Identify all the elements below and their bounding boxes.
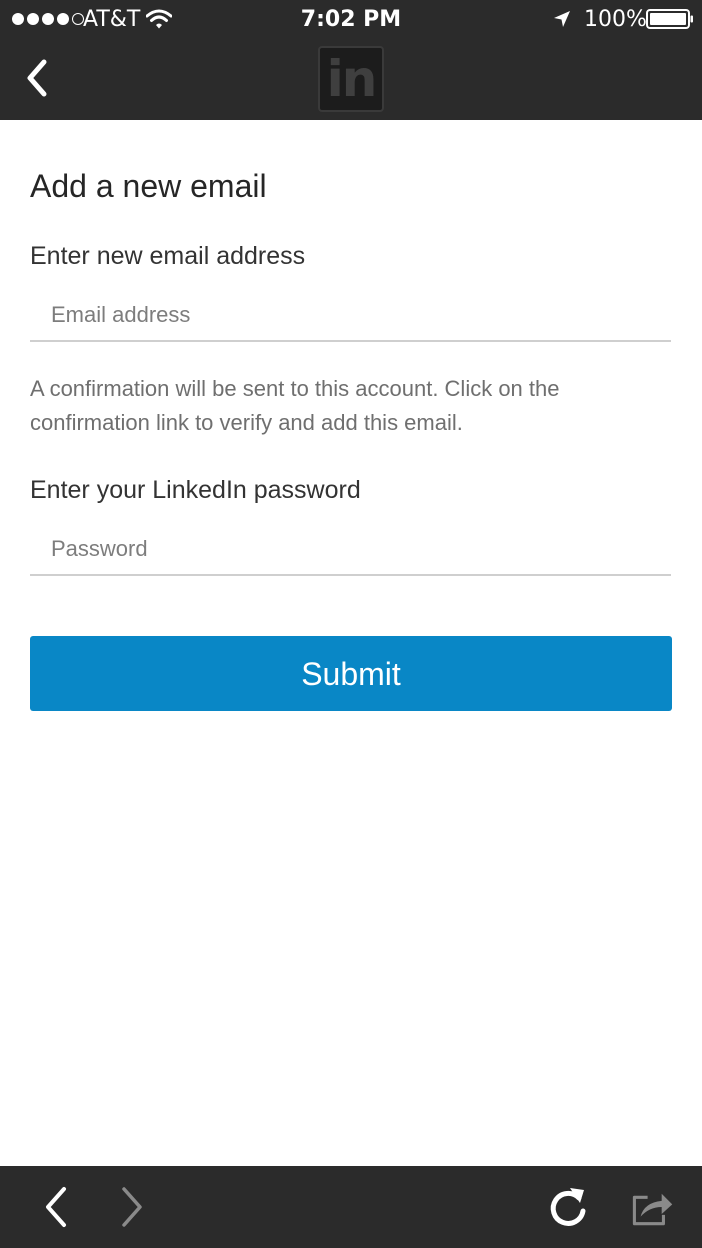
submit-button[interactable]: Submit: [30, 636, 672, 711]
password-field[interactable]: [30, 524, 671, 576]
password-label: Enter your LinkedIn password: [30, 476, 361, 504]
top-chrome: AT&T 7:02 PM 100% in: [0, 0, 702, 120]
battery-percentage: 100%: [584, 7, 647, 32]
location-arrow-icon: [554, 11, 570, 27]
page-title: Add a new email: [30, 168, 267, 204]
linkedin-logo: in: [318, 46, 384, 112]
email-field[interactable]: [30, 290, 671, 342]
share-icon[interactable]: [630, 1184, 674, 1230]
reload-icon[interactable]: [546, 1184, 590, 1230]
chevron-left-icon[interactable]: [18, 56, 58, 100]
back-arrow-icon[interactable]: [36, 1184, 80, 1230]
nav-bar: in: [0, 40, 702, 120]
email-label: Enter new email address: [30, 242, 306, 270]
status-bar: AT&T 7:02 PM 100%: [0, 0, 702, 40]
browser-toolbar: [0, 1166, 702, 1248]
forward-arrow-icon[interactable]: [110, 1184, 154, 1230]
battery-icon: [646, 9, 693, 29]
confirmation-helper-text: A confirmation will be sent to this acco…: [30, 376, 560, 435]
logo-text: in: [326, 50, 378, 108]
